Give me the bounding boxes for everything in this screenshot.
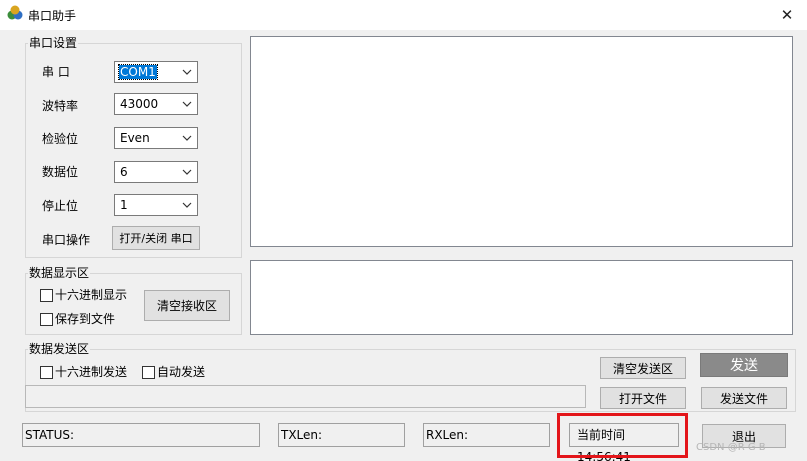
parity-value: Even (120, 131, 150, 145)
port-value: COM1 (118, 64, 158, 80)
send-file-button[interactable]: 发送文件 (701, 387, 787, 409)
highlight-box (557, 413, 688, 458)
clear-receive-button[interactable]: 清空接收区 (144, 290, 230, 321)
chevron-down-icon (182, 101, 192, 107)
group-title: 数据显示区 (28, 266, 91, 280)
group-title: 数据发送区 (28, 342, 91, 356)
databits-select[interactable]: 6 (114, 161, 198, 183)
parity-select[interactable]: Even (114, 127, 198, 149)
checkbox-box[interactable] (40, 288, 53, 302)
baud-label: 波特率 (42, 99, 79, 113)
hex-display-label: 十六进制显示 (55, 288, 128, 302)
chevron-down-icon (182, 169, 192, 175)
hex-display-checkbox[interactable]: 十六进制显示 (40, 288, 127, 302)
chevron-down-icon (182, 69, 192, 75)
checkbox-box[interactable] (40, 312, 53, 326)
save-to-file-checkbox[interactable]: 保存到文件 (40, 312, 115, 326)
chevron-down-icon (182, 202, 192, 208)
clear-send-button[interactable]: 清空发送区 (600, 357, 686, 379)
databits-value: 6 (120, 165, 128, 179)
baud-value: 43000 (120, 97, 159, 111)
status-field: STATUS: (22, 423, 260, 447)
title-bar: 串口助手 ✕ (0, 0, 807, 30)
checkbox-box[interactable] (142, 365, 155, 379)
baud-select[interactable]: 43000 (114, 93, 198, 115)
stopbits-label: 停止位 (42, 199, 79, 213)
auto-send-checkbox[interactable]: 自动发送 (142, 365, 205, 379)
hex-send-checkbox[interactable]: 十六进制发送 (40, 365, 127, 379)
stopbits-value: 1 (120, 198, 128, 212)
databits-label: 数据位 (42, 165, 79, 179)
app-icon (7, 5, 23, 20)
receive-textarea[interactable] (250, 36, 793, 247)
save-to-file-label: 保存到文件 (55, 312, 116, 326)
port-label: 串 口 (42, 65, 70, 79)
hex-send-label: 十六进制发送 (55, 365, 128, 379)
checkbox-box[interactable] (40, 365, 53, 379)
operation-label: 串口操作 (42, 233, 91, 247)
group-title: 串口设置 (28, 36, 79, 50)
rxlen-field: RXLen: (423, 423, 550, 447)
info-textarea[interactable] (250, 260, 793, 335)
parity-label: 检验位 (42, 132, 79, 146)
open-file-button[interactable]: 打开文件 (600, 387, 686, 409)
chevron-down-icon (182, 135, 192, 141)
close-icon[interactable]: ✕ (767, 0, 807, 30)
auto-send-label: 自动发送 (157, 365, 206, 379)
send-button[interactable]: 发送 (700, 353, 788, 377)
port-select[interactable]: COM1 (114, 61, 198, 83)
watermark: CSDN @R G B (696, 442, 766, 453)
window-title: 串口助手 (28, 9, 77, 23)
send-input[interactable] (25, 385, 586, 408)
open-close-port-button[interactable]: 打开/关闭 串口 (112, 226, 200, 250)
txlen-field: TXLen: (278, 423, 405, 447)
stopbits-select[interactable]: 1 (114, 194, 198, 216)
